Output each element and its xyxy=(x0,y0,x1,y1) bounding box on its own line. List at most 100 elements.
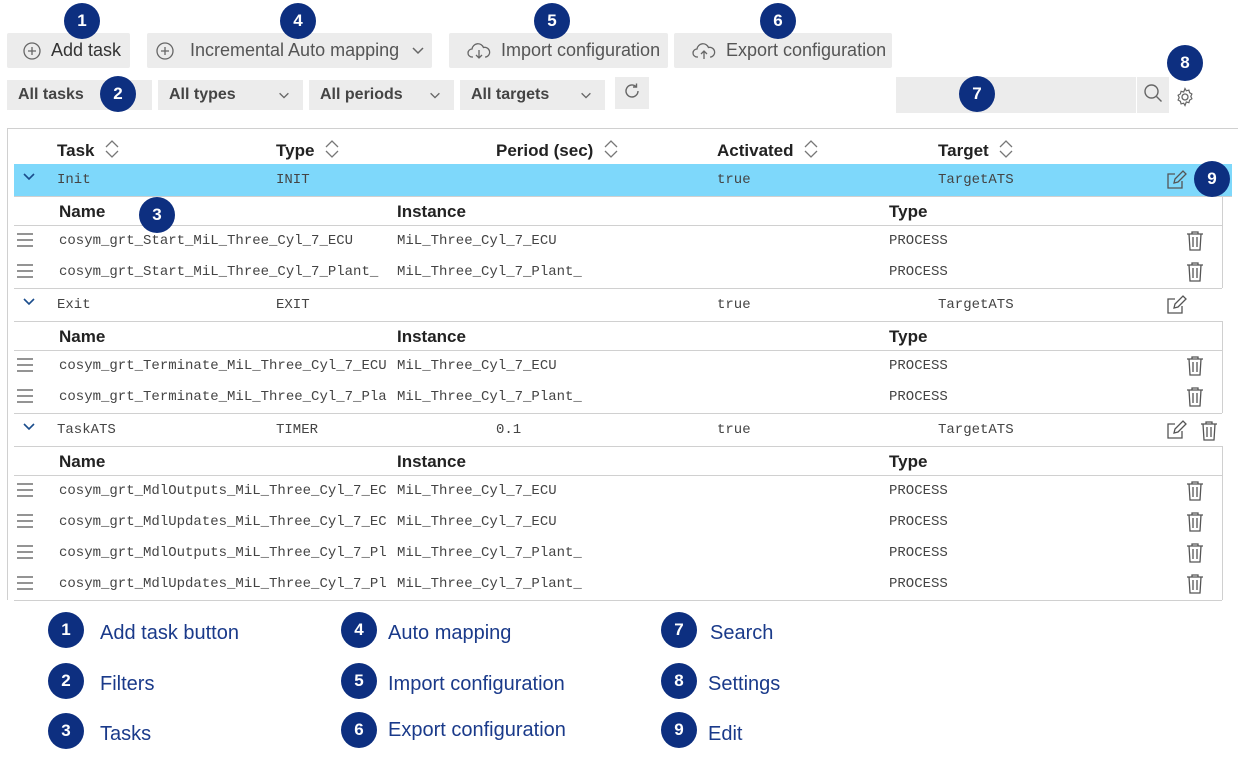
legend-badge: 5 xyxy=(341,663,377,699)
task-row-selected[interactable] xyxy=(14,164,1232,196)
task-activated: true xyxy=(717,297,751,313)
filter-targets-select[interactable]: All targets xyxy=(460,80,605,110)
filter-periods-select[interactable]: All periods xyxy=(309,80,454,110)
filter-types-select[interactable]: All types xyxy=(158,80,303,110)
edit-icon[interactable] xyxy=(1165,419,1187,446)
sub-table-divider xyxy=(14,225,1222,226)
filter-periods-value: All periods xyxy=(320,86,403,103)
sub-table-divider xyxy=(14,475,1222,476)
sort-icon xyxy=(105,139,119,164)
column-header-task[interactable]: Task xyxy=(57,139,119,164)
item-type: PROCESS xyxy=(889,545,948,561)
item-instance: MiL_Three_Cyl_7_Plant_ xyxy=(397,545,582,561)
item-instance: MiL_Three_Cyl_7_Plant_ xyxy=(397,576,582,592)
legend-label: Edit xyxy=(708,723,743,745)
settings-button[interactable] xyxy=(1175,87,1197,109)
legend-badge: 7 xyxy=(661,612,697,648)
filter-tasks-value: All tasks xyxy=(18,86,84,103)
sub-header-type: Type xyxy=(889,327,928,346)
callout-badge-2: 2 xyxy=(100,76,136,112)
item-name: cosym_grt_Start_MiL_Three_Cyl_7_Plant_ xyxy=(59,264,379,280)
item-name: cosym_grt_MdlUpdates_MiL_Three_Cyl_7_EC xyxy=(59,514,387,530)
chevron-down-icon[interactable] xyxy=(21,420,37,439)
sub-table-bottom xyxy=(14,413,1222,414)
incremental-auto-mapping-label: Incremental Auto mapping xyxy=(190,40,400,60)
sub-table-border xyxy=(14,321,1222,322)
drag-handle-icon[interactable] xyxy=(16,233,34,252)
task-target: TargetATS xyxy=(938,172,1014,188)
import-configuration-button[interactable]: Import configuration xyxy=(449,33,668,68)
add-task-button[interactable]: Add task xyxy=(7,33,130,68)
column-header-target[interactable]: Target xyxy=(938,139,1013,164)
trash-icon[interactable] xyxy=(1186,511,1204,537)
type-header-label: Type xyxy=(276,140,315,160)
sub-table-bottom xyxy=(14,600,1222,601)
callout-badge-9: 9 xyxy=(1194,161,1230,197)
legend-label: Add task button xyxy=(100,622,239,644)
drag-handle-icon[interactable] xyxy=(16,264,34,283)
trash-icon[interactable] xyxy=(1186,573,1204,599)
legend-badge: 6 xyxy=(341,712,377,748)
legend-badge: 4 xyxy=(341,612,377,648)
search-button[interactable] xyxy=(1137,77,1169,113)
item-type: PROCESS xyxy=(889,483,948,499)
item-name: cosym_grt_Terminate_MiL_Three_Cyl_7_ECU xyxy=(59,358,387,374)
chevron-down-icon[interactable] xyxy=(21,170,37,189)
incremental-auto-mapping-button[interactable]: Incremental Auto mapping xyxy=(147,33,432,68)
drag-handle-icon[interactable] xyxy=(16,389,34,408)
drag-handle-icon[interactable] xyxy=(16,545,34,564)
refresh-button[interactable] xyxy=(615,77,649,109)
task-target: TargetATS xyxy=(938,422,1014,438)
plus-circle-icon xyxy=(156,41,174,60)
task-target: TargetATS xyxy=(938,297,1014,313)
chevron-down-icon[interactable] xyxy=(21,295,37,314)
task-type: INIT xyxy=(276,172,310,188)
table-top-border xyxy=(7,128,1238,129)
item-type: PROCESS xyxy=(889,358,948,374)
sort-icon xyxy=(604,139,618,164)
column-header-activated[interactable]: Activated xyxy=(717,139,818,164)
trash-icon[interactable] xyxy=(1186,480,1204,506)
import-configuration-label: Import configuration xyxy=(501,40,661,60)
sub-table-right-border xyxy=(1222,321,1223,413)
chevron-down-icon xyxy=(277,88,291,107)
trash-icon[interactable] xyxy=(1186,355,1204,381)
refresh-icon xyxy=(622,81,642,106)
task-type: TIMER xyxy=(276,422,319,438)
edit-icon[interactable] xyxy=(1165,294,1187,321)
filter-types-value: All types xyxy=(169,86,236,103)
trash-icon[interactable] xyxy=(1186,261,1204,287)
item-instance: MiL_Three_Cyl_7_Plant_ xyxy=(397,264,582,280)
task-activated: true xyxy=(717,172,751,188)
callout-badge-7: 7 xyxy=(959,76,995,112)
trash-icon[interactable] xyxy=(1186,386,1204,412)
legend-label: Settings xyxy=(708,673,781,695)
drag-handle-icon[interactable] xyxy=(16,358,34,377)
trash-icon[interactable] xyxy=(1200,420,1218,446)
task-name: Exit xyxy=(57,297,91,313)
drag-handle-icon[interactable] xyxy=(16,576,34,595)
chevron-down-icon xyxy=(410,42,426,63)
item-name: cosym_grt_MdlUpdates_MiL_Three_Cyl_7_Pl xyxy=(59,576,387,592)
drag-handle-icon[interactable] xyxy=(16,483,34,502)
item-instance: MiL_Three_Cyl_7_ECU xyxy=(397,514,557,530)
trash-icon[interactable] xyxy=(1186,542,1204,568)
legend-label: Filters xyxy=(100,673,155,695)
sort-icon xyxy=(325,139,339,164)
sort-icon xyxy=(999,139,1013,164)
legend-badge: 3 xyxy=(48,713,84,749)
cloud-upload-icon xyxy=(692,42,716,60)
column-header-type[interactable]: Type xyxy=(276,139,339,164)
sub-header-instance: Instance xyxy=(397,202,466,221)
cloud-download-icon xyxy=(467,42,491,60)
sub-header-name: Name xyxy=(59,327,106,346)
chevron-down-icon xyxy=(428,88,442,107)
edit-icon[interactable] xyxy=(1165,169,1187,196)
column-header-period[interactable]: Period (sec) xyxy=(496,139,618,164)
legend-label: Export configuration xyxy=(388,719,566,741)
trash-icon[interactable] xyxy=(1186,230,1204,256)
search-input[interactable] xyxy=(896,77,1136,113)
drag-handle-icon[interactable] xyxy=(16,514,34,533)
legend-label: Auto mapping xyxy=(388,622,512,644)
sub-table-border xyxy=(14,446,1222,447)
